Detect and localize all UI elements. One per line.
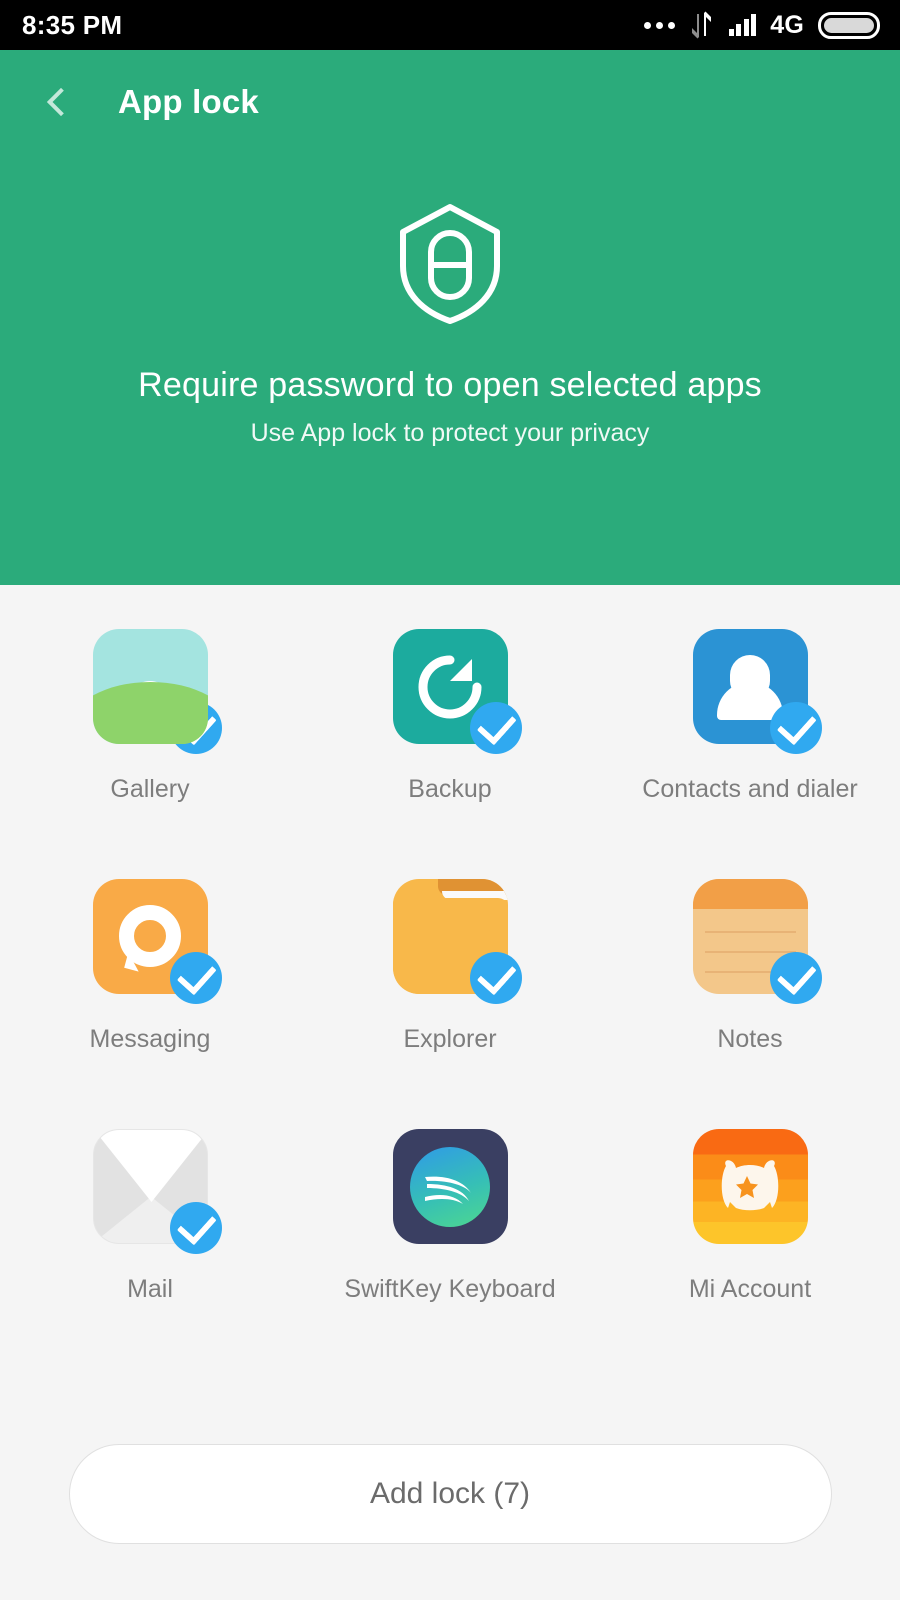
status-time: 8:35 PM xyxy=(22,9,123,40)
icon-container xyxy=(392,1129,508,1244)
selected-check-badge[interactable] xyxy=(169,952,222,1004)
icon-container xyxy=(692,879,822,1004)
status-icons: 4G xyxy=(643,10,880,40)
icon-container xyxy=(92,1129,222,1254)
app-item-mail[interactable]: Mail xyxy=(0,1129,300,1379)
hero-section: Require password to open selected apps U… xyxy=(0,202,900,448)
selected-check-badge[interactable] xyxy=(169,1202,222,1254)
app-item-mi-account[interactable]: Mi Account xyxy=(600,1129,900,1379)
back-chevron-icon xyxy=(46,87,76,117)
app-item-contacts-and-dialer[interactable]: Contacts and dialer xyxy=(600,629,900,879)
app-item-swiftkey-keyboard[interactable]: SwiftKey Keyboard xyxy=(300,1129,600,1379)
icon-container xyxy=(392,879,522,1004)
status-bar: 8:35 PM 4G xyxy=(0,0,900,50)
app-item-gallery[interactable]: Gallery xyxy=(0,629,300,879)
app-item-messaging[interactable]: Messaging xyxy=(0,879,300,1129)
mi-account-icon xyxy=(692,1129,808,1244)
icon-container xyxy=(692,1129,808,1244)
app-label: Notes xyxy=(717,1025,783,1053)
add-lock-button[interactable]: Add lock (7) xyxy=(68,1444,832,1544)
app-bar: App lock xyxy=(0,50,900,154)
shield-lock-icon xyxy=(0,202,900,326)
app-item-notes[interactable]: Notes xyxy=(600,879,900,1129)
app-lock-header: App lock Require password to open select… xyxy=(0,50,900,585)
selected-check-badge[interactable] xyxy=(769,952,822,1004)
page-title: App lock xyxy=(118,83,259,120)
swiftkey-icon xyxy=(392,1129,508,1244)
app-label: Mi Account xyxy=(688,1275,812,1303)
app-grid: Gallery Backup Contacts and dialer Messa… xyxy=(0,585,900,1379)
app-label: Explorer xyxy=(403,1025,497,1053)
battery-icon xyxy=(818,11,880,39)
gallery-icon xyxy=(92,629,208,744)
back-button[interactable] xyxy=(30,74,86,130)
icon-container xyxy=(92,629,222,754)
app-label: Mail xyxy=(127,1275,173,1303)
icon-container xyxy=(392,629,522,754)
data-transfer-icon xyxy=(691,11,711,39)
selected-check-badge[interactable] xyxy=(769,702,822,754)
footer: Add lock (7) xyxy=(0,1444,900,1544)
network-type-label: 4G xyxy=(770,10,804,39)
app-item-explorer[interactable]: Explorer xyxy=(300,879,600,1129)
hero-subtitle: Use App lock to protect your privacy xyxy=(250,419,650,447)
hero-title: Require password to open selected apps xyxy=(138,366,762,404)
app-label: Backup xyxy=(408,775,492,803)
app-label: SwiftKey Keyboard xyxy=(344,1275,556,1303)
app-label: Gallery xyxy=(110,775,190,803)
more-dots-icon xyxy=(643,21,675,29)
app-label: Messaging xyxy=(89,1025,211,1053)
icon-container xyxy=(692,629,822,754)
selected-check-badge[interactable] xyxy=(469,952,522,1004)
signal-bars-icon xyxy=(728,14,757,36)
app-item-backup[interactable]: Backup xyxy=(300,629,600,879)
icon-container xyxy=(92,879,222,1004)
app-label: Contacts and dialer xyxy=(642,775,858,803)
selected-check-badge[interactable] xyxy=(469,702,522,754)
